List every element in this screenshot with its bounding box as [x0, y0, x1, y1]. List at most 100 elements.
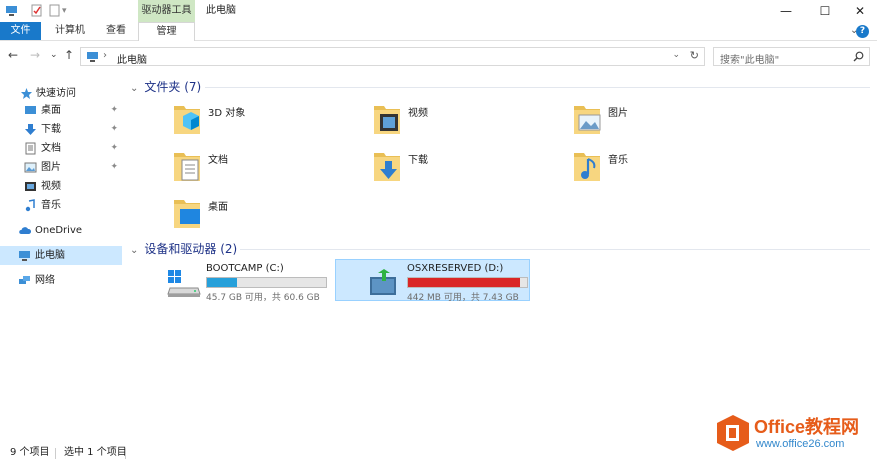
search-box[interactable]: 搜索"此电脑" — [713, 47, 870, 66]
up-button[interactable]: ↑ — [64, 48, 74, 62]
group-header-devices[interactable]: ⌄ 设备和驱动器 (2) — [130, 240, 237, 257]
folder-videos[interactable]: 视频 — [372, 100, 562, 142]
address-bar[interactable]: › 此电脑 ⌄ ↻ — [80, 47, 705, 66]
address-path[interactable]: 此电脑 — [117, 51, 147, 66]
folder-label: 下载 — [408, 155, 428, 166]
computer-icon — [19, 251, 30, 261]
star-icon — [21, 88, 32, 99]
sidebar-item-label: 桌面 — [41, 105, 61, 116]
video-icon — [25, 182, 36, 191]
context-tab-drive-tools: 驱动器工具 — [138, 0, 195, 22]
3d-objects-folder-icon — [174, 106, 200, 134]
search-input[interactable]: 搜索"此电脑" — [720, 51, 779, 66]
back-button[interactable]: ← — [8, 48, 18, 62]
sidebar-item-videos[interactable]: 视频 — [0, 177, 122, 196]
computer-icon — [6, 6, 17, 16]
minimize-button[interactable]: — — [768, 0, 804, 22]
title-bar: ▾ 驱动器工具 此电脑 — ☐ ✕ — [0, 0, 877, 22]
watermark-title: Office教程网 — [754, 417, 860, 437]
quick-access-dropdown[interactable]: ▾ — [62, 6, 67, 16]
tab-manage[interactable]: 管理 — [138, 22, 195, 41]
search-icon[interactable] — [853, 51, 864, 62]
maximize-button[interactable]: ☐ — [807, 0, 843, 22]
refresh-icon[interactable]: ↻ — [690, 49, 699, 62]
sidebar-item-desktop[interactable]: 桌面 ✦ — [0, 101, 122, 120]
folder-music[interactable]: 音乐 — [572, 147, 762, 189]
picture-folder-icon — [574, 106, 601, 134]
folder-pictures[interactable]: 图片 — [572, 100, 762, 142]
office-logo-icon — [717, 415, 749, 451]
forward-button[interactable]: → — [30, 48, 40, 62]
folder-downloads[interactable]: 下载 — [372, 147, 562, 189]
video-folder-icon — [374, 106, 400, 134]
sidebar-item-documents[interactable]: 文档 ✦ — [0, 139, 122, 158]
document-icon — [25, 142, 36, 155]
close-button[interactable]: ✕ — [842, 0, 877, 22]
desktop-folder-icon — [174, 200, 200, 228]
drive-c[interactable]: BOOTCAMP (C:) 45.7 GB 可用，共 60.6 GB — [166, 260, 336, 303]
help-icon[interactable]: ? — [856, 25, 869, 38]
window-title: 此电脑 — [206, 5, 236, 16]
sidebar-item-label: 文档 — [41, 143, 61, 154]
recent-locations-button[interactable]: ⌄ — [50, 50, 58, 60]
folder-desktop[interactable]: 桌面 — [172, 194, 362, 236]
sidebar-item-label: 此电脑 — [35, 250, 65, 261]
sidebar-item-music[interactable]: 音乐 — [0, 196, 122, 215]
pin-icon: ✦ — [110, 162, 118, 172]
download-icon — [25, 124, 36, 135]
properties-icon[interactable] — [30, 4, 43, 17]
network-icon — [19, 276, 30, 284]
tab-view[interactable]: 查看 — [98, 22, 134, 40]
folder-label: 桌面 — [208, 202, 228, 213]
collapse-chevron-icon[interactable]: ⌄ — [130, 245, 138, 256]
watermark-url: www.office26.com — [756, 438, 845, 450]
address-row: ← → ⌄ ↑ › 此电脑 ⌄ ↻ 搜索"此电脑" — [0, 44, 877, 68]
drive-usage-fill — [207, 278, 237, 287]
folder-documents[interactable]: 文档 — [172, 147, 362, 189]
sidebar-item-onedrive[interactable]: OneDrive — [0, 221, 122, 240]
status-divider — [125, 448, 126, 459]
sidebar-item-pictures[interactable]: 图片 ✦ — [0, 158, 122, 177]
drive-name: BOOTCAMP (C:) — [206, 263, 284, 274]
downloads-folder-icon — [374, 153, 400, 181]
sidebar-item-downloads[interactable]: 下载 ✦ — [0, 120, 122, 139]
address-dropdown-icon[interactable]: ⌄ — [672, 50, 680, 60]
sidebar-item-label: 图片 — [41, 162, 61, 173]
group-divider — [240, 249, 870, 250]
pin-icon: ✦ — [110, 105, 118, 115]
disc-drive-icon — [370, 269, 396, 295]
folder-label: 图片 — [608, 108, 628, 119]
drive-usage-fill — [408, 278, 520, 287]
computer-icon — [87, 52, 98, 62]
tab-file[interactable]: 文件 — [0, 22, 41, 40]
new-folder-icon[interactable] — [48, 4, 61, 17]
folder-label: 音乐 — [608, 155, 628, 166]
folder-label: 3D 对象 — [208, 108, 246, 119]
music-folder-icon — [574, 153, 600, 181]
music-icon — [25, 199, 35, 212]
group-header-folders[interactable]: ⌄ 文件夹 (7) — [130, 78, 201, 95]
watermark: Office教程网 www.office26.com — [712, 411, 877, 457]
pin-icon: ✦ — [110, 124, 118, 134]
selection-count: 选中 1 个项目 — [64, 447, 127, 458]
sidebar-item-label: 视频 — [41, 181, 61, 192]
drive-space-info: 442 MB 可用，共 7.43 GB — [407, 293, 519, 303]
drive-usage-bar — [407, 277, 528, 288]
desktop-icon — [25, 106, 36, 114]
folder-3d-objects[interactable]: 3D 对象 — [172, 100, 362, 142]
drive-usage-bar — [206, 277, 327, 288]
sidebar-item-this-pc[interactable]: 此电脑 — [0, 246, 122, 265]
tab-computer[interactable]: 计算机 — [48, 22, 92, 40]
sidebar-item-label: 下载 — [41, 124, 61, 135]
path-separator[interactable]: › — [103, 50, 107, 61]
ribbon-tabs: 文件 计算机 查看 管理 ⌄ ? — [0, 22, 877, 41]
sidebar-item-label: OneDrive — [35, 225, 83, 236]
folder-label: 视频 — [408, 108, 428, 119]
drive-d[interactable]: OSXRESERVED (D:) 442 MB 可用，共 7.43 GB — [335, 259, 530, 303]
cloud-icon — [19, 227, 31, 234]
sidebar-item-network[interactable]: 网络 — [0, 271, 122, 290]
status-divider — [55, 448, 56, 459]
collapse-chevron-icon[interactable]: ⌄ — [130, 83, 138, 94]
picture-icon — [24, 162, 37, 173]
item-count: 9 个项目 — [10, 447, 50, 458]
